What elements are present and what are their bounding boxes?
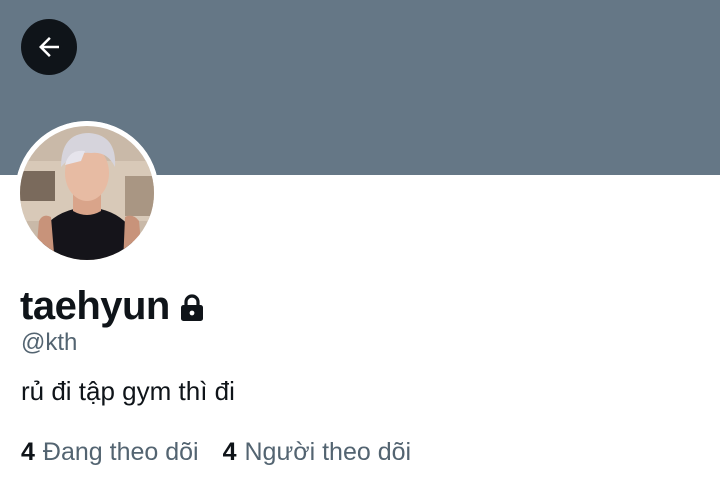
display-name-row: taehyun (20, 281, 205, 331)
display-name: taehyun (20, 283, 170, 328)
lock-icon (179, 294, 205, 322)
followers-count: 4 (222, 438, 237, 466)
following-link[interactable]: 4 Đang theo dõi (21, 438, 199, 467)
avatar[interactable] (15, 121, 159, 265)
back-button[interactable] (21, 19, 77, 75)
arrow-left-icon (39, 37, 59, 57)
avatar-photo (15, 121, 159, 265)
followers-link[interactable]: 4 Người theo dõi (223, 438, 411, 467)
followers-label: Người theo dõi (244, 438, 412, 466)
username-handle: @kth (21, 329, 78, 356)
profile-bio: rủ đi tập gym thì đi (21, 376, 235, 406)
following-label: Đang theo dõi (42, 438, 199, 466)
profile-stats: 4 Đang theo dõi 4 Người theo dõi (21, 438, 435, 467)
following-count: 4 (21, 438, 35, 466)
